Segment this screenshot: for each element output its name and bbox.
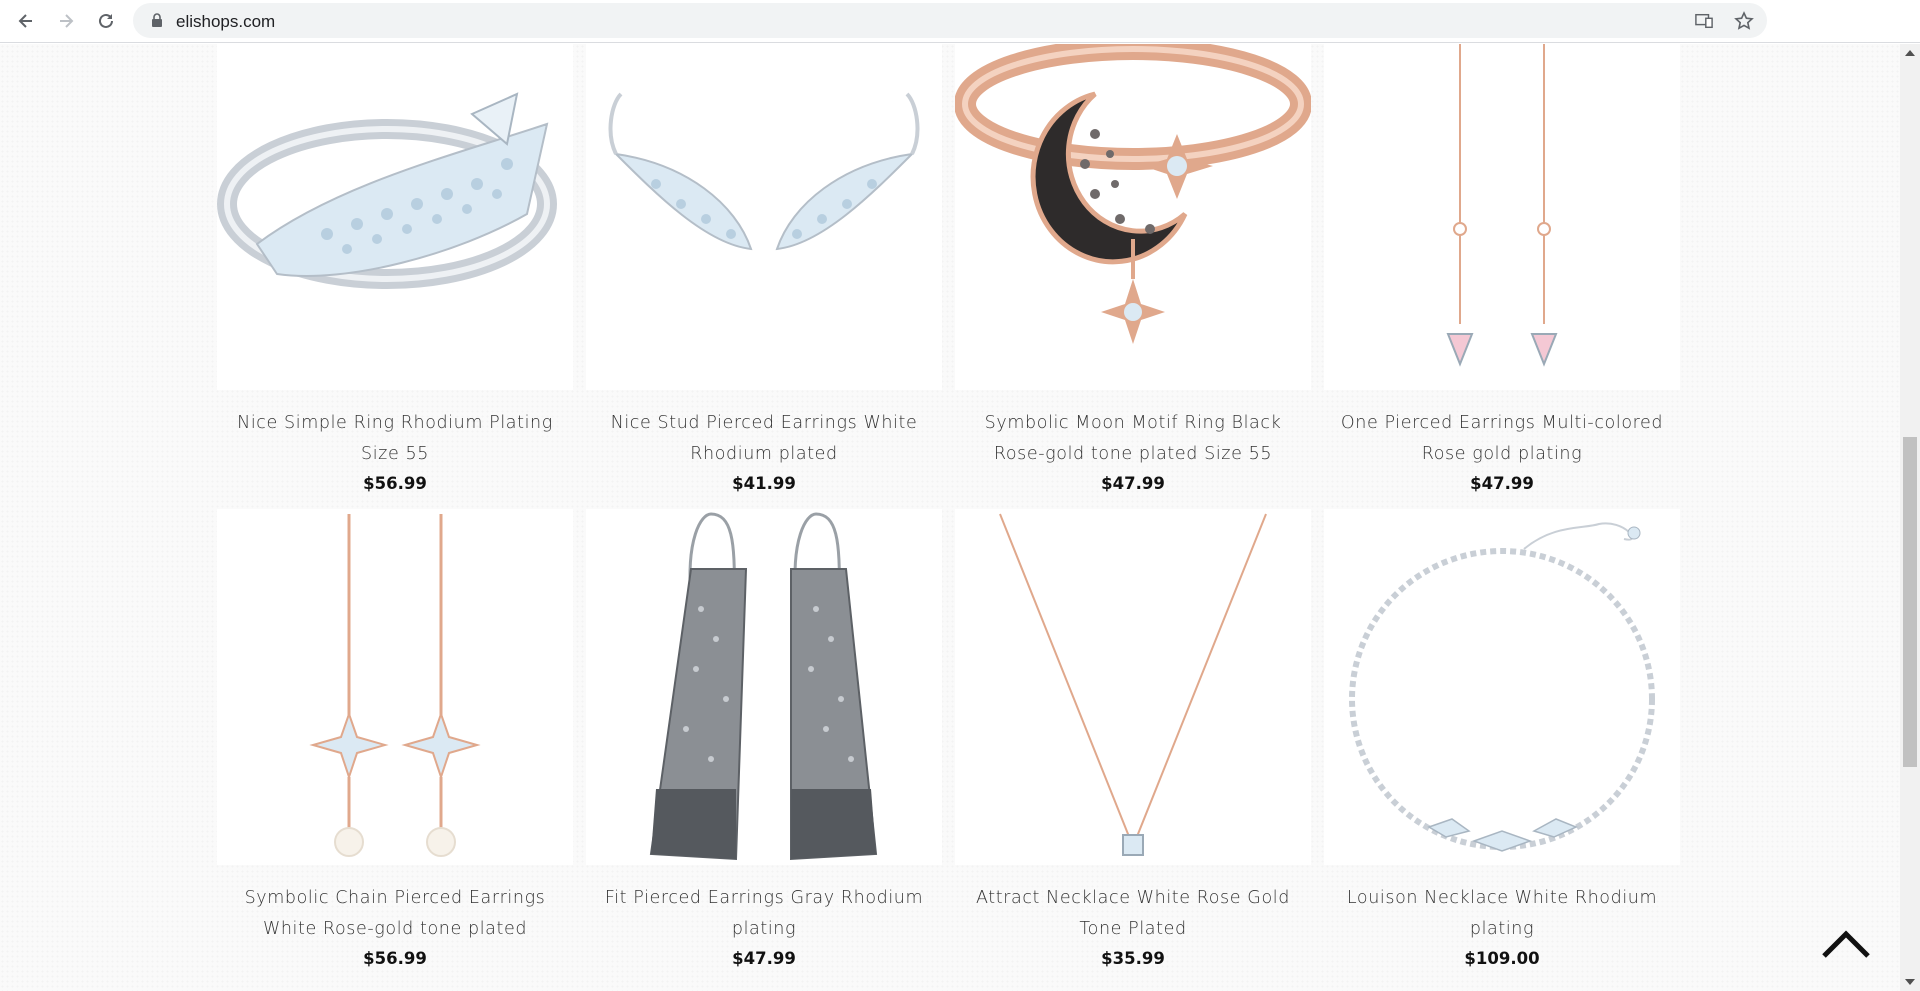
cast-icon xyxy=(1695,13,1713,29)
product-price: $56.99 xyxy=(363,949,427,968)
product-price: $41.99 xyxy=(732,474,796,493)
product-name[interactable]: Fit Pierced Earrings Gray Rhodium platin… xyxy=(586,883,942,945)
product-image[interactable] xyxy=(955,509,1311,865)
silver-feather-ring-image xyxy=(217,92,557,289)
product-card[interactable]: Attract Necklace White Rose Gold Tone Pl… xyxy=(955,509,1311,968)
rose-gold-drop-earrings-image xyxy=(1446,44,1558,367)
product-card[interactable]: Louison Necklace White Rhodium plating $… xyxy=(1324,509,1680,968)
product-image[interactable] xyxy=(217,509,573,865)
address-bar[interactable]: elishops.com xyxy=(133,3,1767,38)
silver-feather-earrings-image xyxy=(608,92,920,251)
star-pearl-chain-earrings-image xyxy=(309,514,481,857)
bookmark-button[interactable] xyxy=(1732,9,1756,33)
product-price: $109.00 xyxy=(1464,949,1540,968)
product-card[interactable]: One Pierced Earrings Multi-colored Rose … xyxy=(1324,44,1680,493)
product-card[interactable]: Nice Simple Ring Rhodium Plating Size 55… xyxy=(217,44,573,493)
lock-icon xyxy=(152,13,162,27)
scrollbar-thumb[interactable] xyxy=(1903,437,1917,767)
product-name[interactable]: Nice Simple Ring Rhodium Plating Size 55 xyxy=(217,408,573,470)
chevron-up-icon xyxy=(1822,930,1870,958)
silver-crystal-necklace-image xyxy=(1349,522,1655,852)
arrow-left-icon xyxy=(18,14,32,28)
product-card[interactable]: Fit Pierced Earrings Gray Rhodium platin… xyxy=(586,509,942,968)
back-to-top-button[interactable] xyxy=(1818,926,1874,962)
star-icon xyxy=(1734,11,1754,30)
reload-icon xyxy=(99,13,113,28)
product-image[interactable] xyxy=(586,44,942,390)
page-content: Nice Simple Ring Rhodium Plating Size 55… xyxy=(0,44,1900,991)
product-name[interactable]: Symbolic Moon Motif Ring Black Rose-gold… xyxy=(955,408,1311,470)
product-price: $47.99 xyxy=(1101,474,1165,493)
browser-toolbar: elishops.com xyxy=(0,0,1920,43)
product-price: $47.99 xyxy=(1470,474,1534,493)
product-image[interactable] xyxy=(586,509,942,865)
product-card[interactable]: Symbolic Moon Motif Ring Black Rose-gold… xyxy=(955,44,1311,493)
gray-mesh-earrings-image xyxy=(649,512,878,861)
product-name[interactable]: Symbolic Chain Pierced Earrings White Ro… xyxy=(217,883,573,945)
product-image[interactable] xyxy=(1324,44,1680,390)
reload-button[interactable] xyxy=(91,6,121,36)
scroll-down-arrow-icon[interactable] xyxy=(1905,979,1915,985)
product-price: $56.99 xyxy=(363,474,427,493)
arrow-right-icon xyxy=(60,14,74,28)
product-name[interactable]: Attract Necklace White Rose Gold Tone Pl… xyxy=(955,883,1311,945)
rose-gold-moon-ring-image xyxy=(955,44,1311,344)
product-name[interactable]: One Pierced Earrings Multi-colored Rose … xyxy=(1324,408,1680,470)
product-image[interactable] xyxy=(1324,509,1680,865)
product-price: $35.99 xyxy=(1101,949,1165,968)
back-button[interactable] xyxy=(11,6,41,36)
cast-button[interactable] xyxy=(1692,9,1716,33)
product-image[interactable] xyxy=(955,44,1311,390)
product-name[interactable]: Nice Stud Pierced Earrings White Rhodium… xyxy=(586,408,942,470)
rose-gold-pendant-necklace-image xyxy=(999,513,1267,856)
product-name[interactable]: Louison Necklace White Rhodium plating xyxy=(1324,883,1680,945)
scroll-up-arrow-icon[interactable] xyxy=(1905,50,1915,56)
product-image[interactable] xyxy=(217,44,573,390)
product-price: $47.99 xyxy=(732,949,796,968)
product-card[interactable]: Symbolic Chain Pierced Earrings White Ro… xyxy=(217,509,573,968)
product-card[interactable]: Nice Stud Pierced Earrings White Rhodium… xyxy=(586,44,942,493)
url-text: elishops.com xyxy=(176,12,276,31)
forward-button[interactable] xyxy=(51,6,81,36)
page-scrollbar[interactable] xyxy=(1900,44,1920,991)
